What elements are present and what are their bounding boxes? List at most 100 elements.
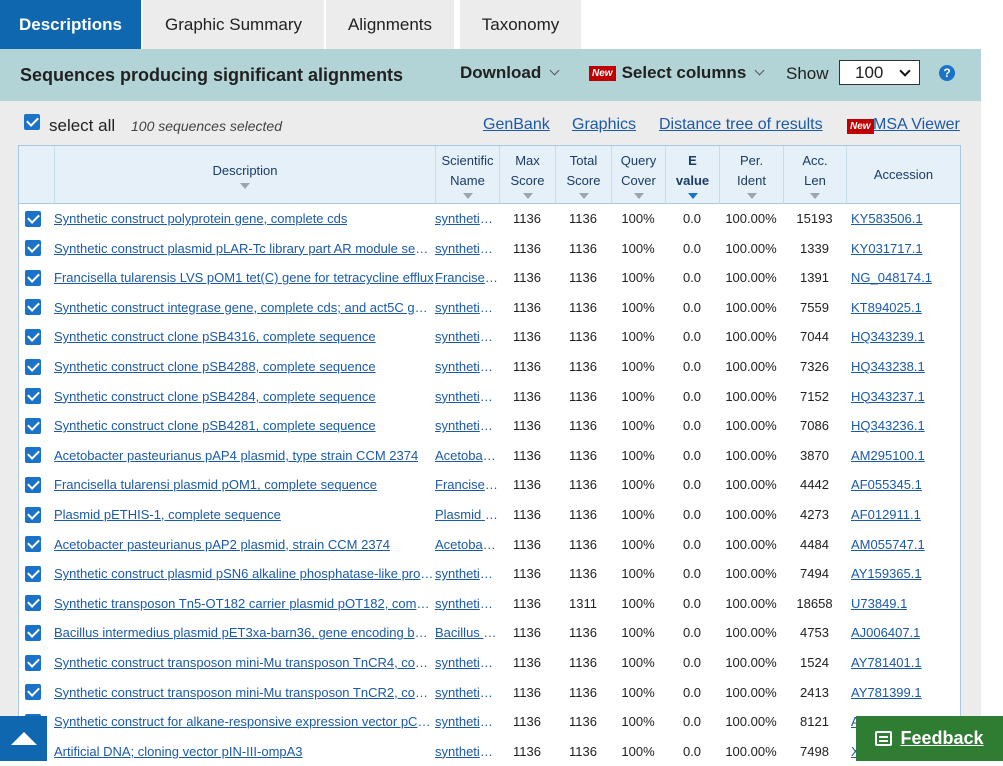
download-dropdown[interactable]: Download (460, 63, 560, 83)
select-columns-dropdown[interactable]: New Select columns (589, 63, 765, 83)
row-sci-link[interactable]: synthetic construct (435, 241, 499, 256)
row-desc-link[interactable]: Synthetic construct polyprotein gene, co… (54, 211, 347, 226)
row-desc-link[interactable]: Artificial DNA; cloning vector pIN-III-o… (54, 744, 303, 759)
col-total-score[interactable]: Total Score (555, 146, 611, 204)
row-ident-value: 100.00% (725, 536, 777, 552)
row-sci-link[interactable]: synthetic construct (435, 300, 499, 315)
row-desc-link[interactable]: Francisella tularensi plasmid pOM1, comp… (54, 477, 377, 492)
help-icon[interactable]: ? (939, 65, 955, 81)
row-checkbox[interactable] (25, 263, 45, 292)
row-checkbox[interactable] (25, 382, 45, 411)
row-checkbox[interactable] (25, 293, 45, 322)
row-sci-link[interactable]: Francisella tularensis (435, 270, 499, 285)
row-acc-link[interactable]: AF055345.1 (851, 477, 922, 492)
row-sci-link[interactable]: Bacillus intermedius (435, 625, 499, 640)
row-acc-link[interactable]: AJ006407.1 (851, 625, 920, 640)
select-all-checkbox[interactable] (24, 114, 40, 130)
row-checkbox[interactable] (25, 234, 45, 263)
row-desc-link[interactable]: Synthetic construct plasmid pSN6 alkalin… (54, 566, 434, 581)
row-sci-link[interactable]: synthetic construct (435, 211, 499, 226)
row-acc-link[interactable]: HQ343237.1 (851, 389, 925, 404)
row-acc-link[interactable]: AM295100.1 (851, 448, 925, 463)
row-desc-link[interactable]: Synthetic construct for alkane-responsiv… (54, 714, 434, 729)
row-desc-link[interactable]: Synthetic transposon Tn5-OT182 carrier p… (54, 596, 434, 611)
row-desc-link[interactable]: Bacillus intermedius plasmid pET3xa-barn… (54, 625, 434, 640)
row-sci-link[interactable]: synthetic construct (435, 655, 499, 670)
row-checkbox[interactable] (25, 530, 45, 559)
row-desc-link[interactable]: Acetobacter pasteurianus pAP4 plasmid, t… (54, 448, 418, 463)
row-sci-link[interactable]: synthetic construct (435, 418, 499, 433)
row-checkbox[interactable] (25, 589, 45, 618)
row-acc-link[interactable]: AY159365.1 (851, 566, 922, 581)
col-acc-len[interactable]: Acc. Len (783, 146, 846, 204)
row-sci-link[interactable]: Acetobacter pasteurianus (435, 537, 499, 552)
row-sci-link[interactable]: synthetic construct (435, 329, 499, 344)
row-acc-link[interactable]: U73849.1 (851, 596, 907, 611)
row-desc-link[interactable]: Synthetic construct clone pSB4284, compl… (54, 389, 376, 404)
graphics-link[interactable]: Graphics (572, 116, 636, 134)
row-sci-link[interactable]: Plasmid pETHIS-1 (435, 507, 499, 522)
tab-alignments[interactable]: Alignments (326, 0, 454, 49)
col-query-cover[interactable]: Query Cover (611, 146, 665, 204)
row-acc-link[interactable]: HQ343236.1 (851, 418, 925, 433)
genbank-link[interactable]: GenBank (483, 116, 550, 134)
row-acc-link[interactable]: HQ343239.1 (851, 329, 925, 344)
row-checkbox[interactable] (25, 559, 45, 588)
row-acc-link[interactable]: KY583506.1 (851, 211, 923, 226)
row-checkbox[interactable] (25, 648, 45, 677)
tab-descriptions[interactable]: Descriptions (0, 0, 141, 49)
row-e-value: 0.0 (682, 418, 702, 434)
row-desc-link[interactable]: Synthetic construct plasmid pLAR-Tc libr… (54, 241, 434, 256)
row-acc-link[interactable]: KT894025.1 (851, 300, 922, 315)
row-acc-link[interactable]: AY781401.1 (851, 655, 922, 670)
row-checkbox[interactable] (25, 204, 45, 233)
row-acc-link[interactable]: HQ343238.1 (851, 359, 925, 374)
distance-tree-link[interactable]: Distance tree of results (659, 116, 823, 134)
row-checkbox[interactable] (25, 352, 45, 381)
row-checkbox[interactable] (25, 441, 45, 470)
row-sci-link[interactable]: synthetic construct (435, 685, 499, 700)
col-max-score[interactable]: Max Score (499, 146, 555, 204)
row-sci-link[interactable]: synthetic construct (435, 714, 499, 729)
row-checkbox[interactable] (25, 618, 45, 647)
row-desc-link[interactable]: Synthetic construct transposon mini-Mu t… (54, 685, 434, 700)
row-acc-link[interactable]: NG_048174.1 (851, 270, 932, 285)
row-sci-link[interactable]: synthetic construct (435, 389, 499, 404)
col-e-value[interactable]: Evalue (665, 146, 719, 204)
col-description[interactable]: Description (54, 146, 435, 204)
row-desc-link[interactable]: Synthetic construct transposon mini-Mu t… (54, 655, 434, 670)
row-acc-link[interactable]: KY031717.1 (851, 241, 923, 256)
row-acc-link[interactable]: AM055747.1 (851, 537, 925, 552)
row-checkbox[interactable] (25, 411, 45, 440)
row-acc-link[interactable]: AY781399.1 (851, 685, 922, 700)
col-per-ident[interactable]: Per. Ident (719, 146, 783, 204)
feedback-button[interactable]: Feedback (856, 716, 1003, 761)
row-desc-link[interactable]: Synthetic construct integrase gene, comp… (54, 300, 434, 315)
row-sci-link[interactable]: synthetic construct (435, 566, 499, 581)
row-acc-link[interactable]: AF012911.1 (851, 507, 921, 522)
row-sci-link[interactable]: Acetobacter pasteurianus (435, 448, 499, 463)
show-count-select[interactable]: 100 (839, 60, 920, 85)
row-desc-link[interactable]: Synthetic construct clone pSB4281, compl… (54, 418, 376, 433)
row-checkbox[interactable] (25, 322, 45, 351)
tab-taxonomy[interactable]: Taxonomy (460, 0, 581, 49)
row-sci-link[interactable]: synthetic construct (435, 359, 499, 374)
row-sci-link[interactable]: Francisella tularensis (435, 477, 499, 492)
sort-icon (522, 193, 533, 199)
row-desc-link[interactable]: Synthetic construct clone pSB4316, compl… (54, 329, 376, 344)
row-checkbox[interactable] (25, 500, 45, 529)
row-sci-link[interactable]: synthetic construct (435, 744, 499, 759)
msa-viewer-link[interactable]: MSA Viewer (873, 116, 960, 134)
col-accession[interactable]: Accession (846, 146, 960, 204)
col-scientific-name[interactable]: Scientific Name (435, 146, 499, 204)
row-desc-link[interactable]: Plasmid pETHIS-1, complete sequence (54, 507, 281, 522)
select-all-label[interactable]: select all (49, 116, 115, 136)
scroll-to-top-button[interactable] (0, 716, 47, 761)
row-sci-link[interactable]: synthetic construct (435, 596, 499, 611)
tab-graphic-summary[interactable]: Graphic Summary (143, 0, 324, 49)
row-desc-link[interactable]: Acetobacter pasteurianus pAP2 plasmid, s… (54, 537, 390, 552)
row-desc-link[interactable]: Synthetic construct clone pSB4288, compl… (54, 359, 376, 374)
row-checkbox[interactable] (25, 678, 45, 707)
row-desc-link[interactable]: Francisella tularensis LVS pOM1 tet(C) g… (54, 270, 434, 285)
row-checkbox[interactable] (25, 470, 45, 499)
